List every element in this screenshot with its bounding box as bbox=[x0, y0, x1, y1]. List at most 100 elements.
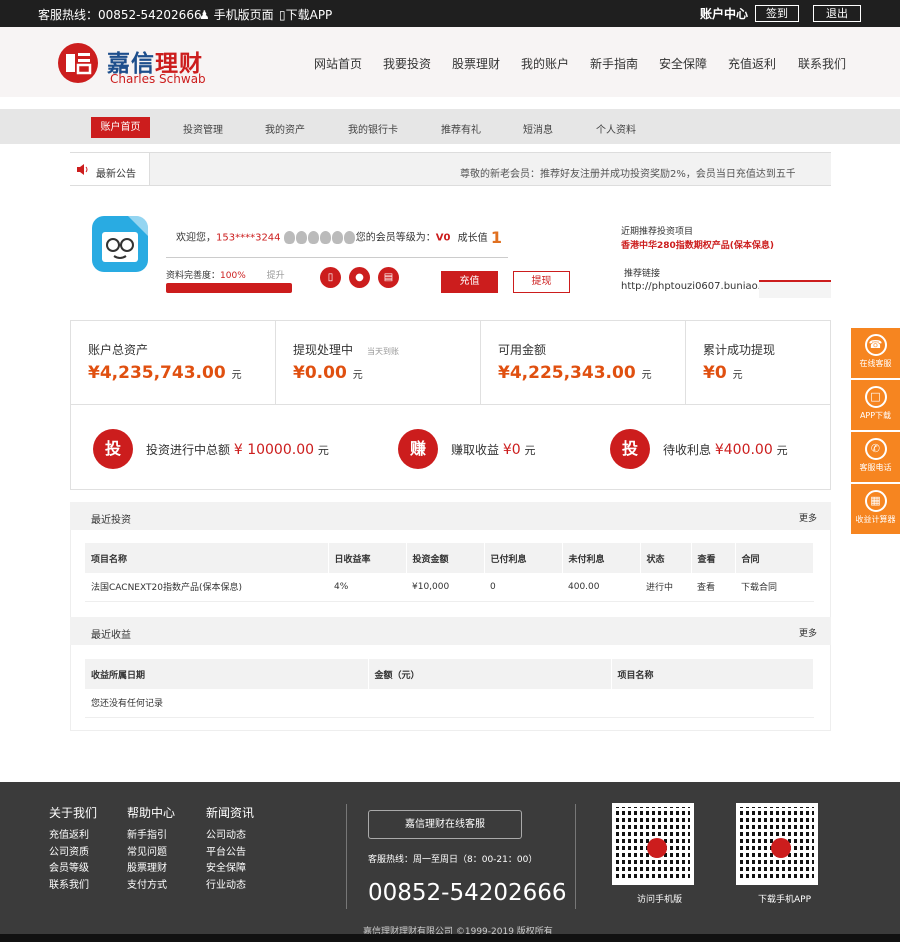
avatar[interactable] bbox=[92, 216, 148, 272]
withdraw-button[interactable]: 提现 bbox=[513, 271, 570, 293]
footer-link[interactable]: 常见问题 bbox=[127, 843, 167, 858]
recent-income-header: 最近收益 更多 bbox=[70, 617, 831, 645]
footer-divider bbox=[575, 804, 576, 909]
referral-label: 推荐链接 bbox=[624, 269, 661, 279]
asset-withdrawn: 累计成功提现 ¥0 元 bbox=[703, 343, 776, 383]
footer-link[interactable]: 行业动态 bbox=[206, 876, 246, 891]
interest-icon: 投 bbox=[610, 429, 650, 469]
footer-link[interactable]: 公司动态 bbox=[206, 826, 246, 841]
nav-stocks[interactable]: 股票理财 bbox=[452, 55, 500, 72]
investment-stats: 投 投资进行中总额 ¥ 10000.00 元 赚 赚取收益 ¥0 元 投 待收利… bbox=[70, 405, 831, 490]
asset-total: 账户总资产 ¥4,235,743.00 元 bbox=[71, 321, 276, 404]
earn-icon: 赚 bbox=[398, 429, 438, 469]
logo-icon[interactable] bbox=[58, 43, 98, 83]
recent-invest-table: 项目名称 日收益率 投资金额 已付利息 未付利息 状态 查看 合同 法国CACN… bbox=[85, 543, 814, 602]
account-subnav: 账户首页 投资管理 我的资产 我的银行卡 推荐有礼 短消息 个人资料 bbox=[0, 109, 900, 144]
user-phone: 153****3244 bbox=[216, 232, 281, 244]
upgrade-link[interactable]: 提升 bbox=[267, 271, 285, 281]
asset-summary: 账户总资产 ¥4,235,743.00 元 提现处理中 当天到账 ¥0.00 元 … bbox=[70, 320, 831, 405]
profile-completion: 资料完善度：100% 提升 bbox=[166, 271, 285, 281]
member-level: V0 bbox=[435, 232, 451, 244]
view-link[interactable]: 查看 bbox=[691, 573, 735, 602]
nav-contact[interactable]: 联系我们 bbox=[798, 55, 846, 72]
tab-my-assets[interactable]: 我的资产 bbox=[265, 121, 305, 136]
identity-verify-icon[interactable]: ● bbox=[349, 267, 370, 288]
table-row: 您还没有任何记录 bbox=[85, 689, 814, 718]
phone-icon: ✆ bbox=[864, 438, 887, 460]
nav-rebate[interactable]: 充值返利 bbox=[728, 55, 776, 72]
footer-link[interactable]: 联系我们 bbox=[49, 876, 89, 891]
footer-link[interactable]: 平台公告 bbox=[206, 843, 246, 858]
download-contract-link[interactable]: 下载合同 bbox=[735, 573, 814, 602]
mobile-link[interactable]: ♟ 手机版页面 bbox=[199, 6, 274, 23]
logo-english: Charles Schwab bbox=[110, 72, 206, 86]
speaker-icon bbox=[77, 164, 88, 175]
footer-link[interactable]: 支付方式 bbox=[127, 876, 167, 891]
recommend-product-link[interactable]: 香港中华280指数期权产品(保本保息) bbox=[621, 238, 774, 251]
footer-link[interactable]: 安全保障 bbox=[206, 859, 246, 874]
nav-guide[interactable]: 新手指南 bbox=[590, 55, 638, 72]
recent-invest-more-link[interactable]: 更多 bbox=[799, 511, 817, 524]
recharge-button[interactable]: 充值 bbox=[441, 271, 498, 293]
nav-security[interactable]: 安全保障 bbox=[659, 55, 707, 72]
recent-income-table: 收益所属日期 金额（元） 项目名称 您还没有任何记录 bbox=[85, 659, 814, 718]
recent-invest-header: 最近投资 更多 bbox=[70, 502, 831, 530]
nav-invest[interactable]: 我要投资 bbox=[383, 55, 431, 72]
stat-pending-interest: 待收利息 ¥400.00 元 bbox=[663, 442, 788, 458]
referral-url[interactable]: http://phptouzi0607.buniao... bbox=[621, 281, 767, 292]
tab-bank-card[interactable]: 我的银行卡 bbox=[348, 121, 398, 136]
tab-account-home[interactable]: 账户首页 bbox=[91, 117, 150, 138]
calculator-button[interactable]: ▦ 收益计算器 bbox=[851, 484, 900, 534]
hotline-text: 客服热线：00852-54202666 bbox=[38, 8, 202, 22]
headset-icon: ☎ bbox=[864, 334, 887, 356]
tab-profile[interactable]: 个人资料 bbox=[596, 121, 636, 136]
download-app-link[interactable]: ▯下载APP bbox=[279, 6, 332, 23]
service-phone-button[interactable]: ✆ 客服电话 bbox=[851, 432, 900, 482]
notice-text[interactable]: 尊敬的新老会员：推荐好友注册并成功投资奖励2%，会员当日充值达到五千以上 bbox=[460, 165, 795, 180]
recent-income-more-link[interactable]: 更多 bbox=[799, 626, 817, 639]
tab-referral[interactable]: 推荐有礼 bbox=[441, 121, 481, 136]
growth-value: 1 bbox=[490, 228, 502, 247]
bank-card-icon[interactable]: ▤ bbox=[378, 267, 399, 288]
phone-verify-icon[interactable]: ▯ bbox=[320, 267, 341, 288]
online-service-button[interactable]: ☎ 在线客服 bbox=[851, 328, 900, 378]
app-download-button[interactable]: □ APP下载 bbox=[851, 380, 900, 430]
recommend-label: 近期推荐投资项目 bbox=[621, 227, 694, 237]
app-logo-icon: □ bbox=[864, 386, 887, 408]
qr-mobile-site bbox=[612, 803, 694, 885]
tab-messages[interactable]: 短消息 bbox=[523, 121, 553, 136]
nav-home[interactable]: 网站首页 bbox=[314, 55, 362, 72]
footer: 关于我们 充值返利 公司资质 会员等级 联系我们 帮助中心 新手指引 常见问题 … bbox=[0, 782, 900, 937]
stat-earned: 赚取收益 ¥0 元 bbox=[451, 442, 536, 458]
calculator-icon: ▦ bbox=[864, 490, 887, 512]
empty-record-text: 您还没有任何记录 bbox=[85, 689, 814, 718]
table-row: 法国CACNEXT20指数产品(保本保息) 4% ¥10,000 0 400.0… bbox=[85, 573, 814, 602]
nav-account[interactable]: 我的账户 bbox=[521, 55, 569, 72]
footer-link[interactable]: 充值返利 bbox=[49, 826, 89, 841]
asset-available: 可用金额 ¥4,225,343.00 元 bbox=[481, 321, 686, 404]
medal-icons bbox=[283, 231, 356, 244]
service-phone: 00852-54202666 bbox=[368, 880, 567, 906]
top-bar: 客服热线：00852-54202666 ♟ 手机版页面 ▯下载APP 账户中心 … bbox=[0, 0, 900, 27]
footer-link[interactable]: 新手指引 bbox=[127, 826, 167, 841]
bottom-bar bbox=[0, 934, 900, 942]
copy-link-button[interactable] bbox=[759, 280, 831, 298]
tab-invest-manage[interactable]: 投资管理 bbox=[183, 121, 223, 136]
notice-bar: 最新公告 尊敬的新老会员：推荐好友注册并成功投资奖励2%，会员当日充值达到五千以… bbox=[70, 152, 831, 186]
signin-button[interactable]: 签到 bbox=[755, 5, 799, 22]
footer-link[interactable]: 股票理财 bbox=[127, 859, 167, 874]
account-center-link[interactable]: 账户中心 bbox=[700, 5, 748, 22]
divider bbox=[166, 257, 508, 258]
table-header-row: 收益所属日期 金额（元） 项目名称 bbox=[85, 659, 814, 689]
notice-label: 最新公告 bbox=[96, 169, 136, 180]
logout-button[interactable]: 退出 bbox=[813, 5, 861, 22]
online-service-footer-button[interactable]: 嘉信理财在线客服 bbox=[368, 810, 522, 839]
table-header-row: 项目名称 日收益率 投资金额 已付利息 未付利息 状态 查看 合同 bbox=[85, 543, 814, 573]
completion-progress-bar bbox=[166, 283, 292, 293]
asset-withdrawing: 提现处理中 当天到账 ¥0.00 元 bbox=[276, 321, 481, 404]
footer-link[interactable]: 会员等级 bbox=[49, 859, 89, 874]
service-hours: 客服热线：周一至周日（8：00-21：00） bbox=[368, 855, 538, 865]
notice-label-box: 最新公告 bbox=[70, 153, 150, 185]
invest-icon: 投 bbox=[93, 429, 133, 469]
footer-link[interactable]: 公司资质 bbox=[49, 843, 89, 858]
